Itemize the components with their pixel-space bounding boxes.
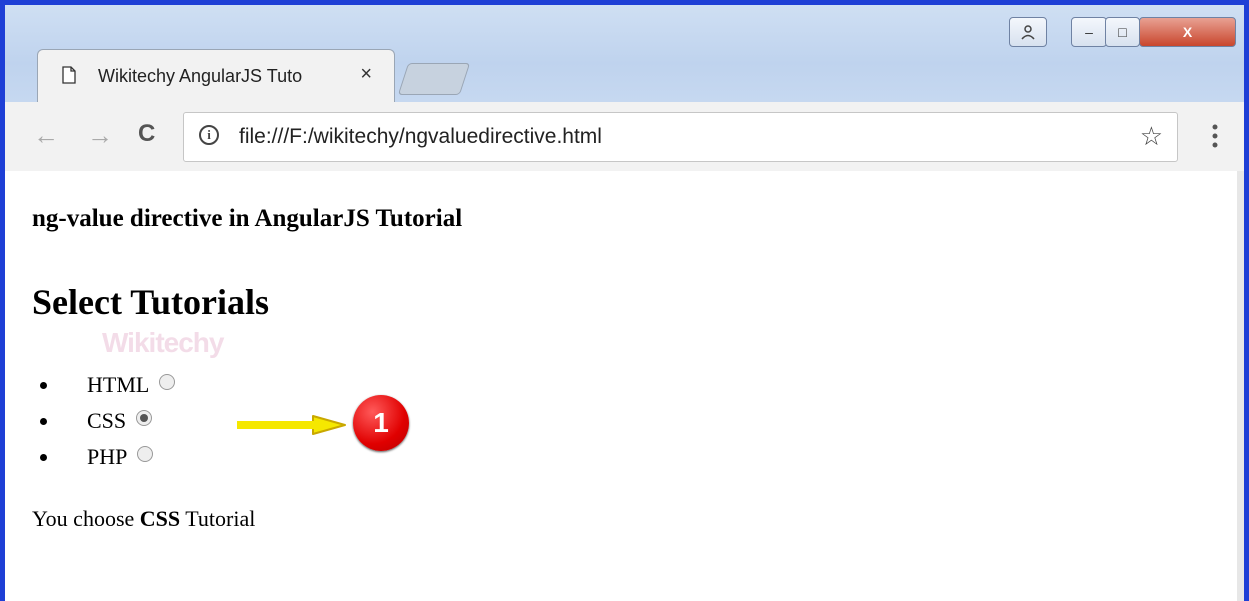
- list-item-html: HTML: [60, 367, 176, 403]
- maximize-button[interactable]: □: [1105, 17, 1140, 47]
- browser-tab[interactable]: Wikitechy AngularJS Tuto ×: [37, 49, 395, 103]
- annotation-arrow-icon: [237, 415, 346, 435]
- forward-icon[interactable]: →: [87, 120, 113, 151]
- tutorial-list: HTML CSS PHP: [5, 367, 176, 475]
- page-content: ng-value directive in AngularJS Tutorial…: [5, 171, 1237, 601]
- radio-css[interactable]: [136, 410, 153, 426]
- new-tab-button[interactable]: [397, 63, 471, 95]
- section-heading: Select Tutorials: [32, 282, 270, 322]
- close-icon: X: [1182, 24, 1193, 40]
- maximize-icon: □: [1118, 24, 1127, 40]
- result-prefix: You choose: [32, 506, 140, 531]
- document-icon: [62, 66, 76, 84]
- minimize-button[interactable]: –: [1071, 17, 1107, 47]
- list-item-php: PHP: [60, 439, 175, 475]
- radio-php[interactable]: [137, 446, 154, 462]
- tab-title: Wikitechy AngularJS Tuto: [98, 66, 303, 86]
- close-window-button[interactable]: X: [1139, 17, 1236, 47]
- reload-icon[interactable]: C: [138, 120, 155, 148]
- bookmark-star-icon[interactable]: ☆: [1140, 121, 1163, 152]
- profile-icon[interactable]: [1009, 17, 1047, 47]
- url-text[interactable]: file:///F:/wikitechy/ngvaluedirective.ht…: [239, 125, 602, 149]
- address-bar[interactable]: i file:///F:/wikitechy/ngvaluedirective.…: [183, 112, 1178, 162]
- result-value: CSS: [139, 506, 181, 531]
- info-icon[interactable]: i: [199, 125, 219, 145]
- page-heading: ng-value directive in AngularJS Tutorial: [32, 205, 463, 232]
- title-bar: Wikitechy AngularJS Tuto × – □ X: [5, 5, 1244, 103]
- watermark-logo: Wikitechy: [102, 327, 224, 358]
- radio-html[interactable]: [159, 374, 176, 390]
- list-item-css: CSS: [60, 403, 175, 439]
- option-label: PHP: [87, 444, 128, 469]
- annotation-badge: 1: [353, 395, 409, 451]
- option-label: HTML: [87, 372, 150, 397]
- menu-icon[interactable]: [1212, 124, 1218, 148]
- option-label: CSS: [87, 408, 127, 433]
- browser-toolbar: ← → C i file:///F:/wikitechy/ngvaluedire…: [5, 102, 1244, 176]
- result-text: You choose CSS Tutorial: [32, 506, 255, 532]
- minimize-icon: –: [1085, 24, 1093, 40]
- back-icon[interactable]: ←: [33, 120, 59, 151]
- result-suffix: Tutorial: [180, 506, 256, 531]
- scrollbar[interactable]: [1237, 171, 1244, 601]
- close-tab-icon[interactable]: ×: [360, 63, 372, 86]
